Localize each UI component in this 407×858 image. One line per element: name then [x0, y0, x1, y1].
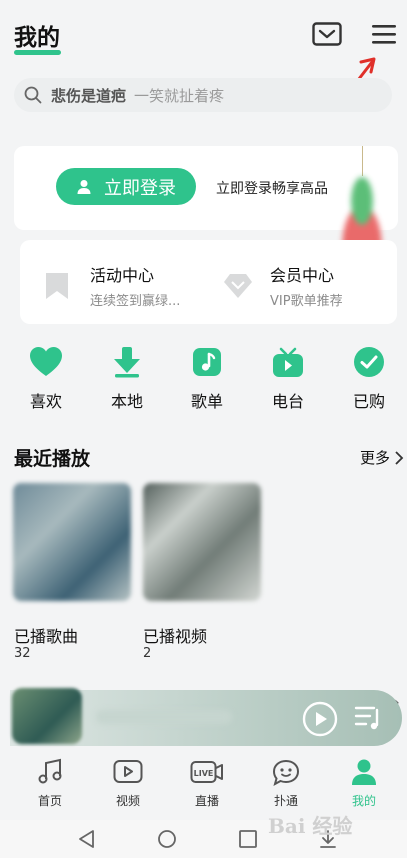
- recents-square-icon: [239, 830, 257, 848]
- vip-title: 会员中心: [270, 266, 335, 285]
- activity-subtitle: 连续签到赢绿...: [90, 294, 181, 309]
- quick-label: 电台: [271, 392, 304, 411]
- menu-button[interactable]: [367, 17, 401, 51]
- quick-favorites[interactable]: 喜欢: [22, 346, 70, 412]
- quick-purchased[interactable]: 已购: [345, 346, 393, 412]
- watermark: Bai 经验: [268, 814, 353, 838]
- download-icon: [114, 347, 140, 378]
- music-note-icon: [38, 758, 62, 784]
- tab-label: 扑通: [273, 794, 298, 808]
- promo-string: [362, 146, 363, 176]
- tab-live[interactable]: LIVE 直播: [177, 758, 237, 809]
- play-icon: [302, 701, 338, 737]
- played-videos-cover[interactable]: [143, 483, 261, 601]
- quick-local[interactable]: 本地: [103, 346, 151, 412]
- search-query: 悲伤是道疤: [51, 86, 127, 105]
- chat-face-icon: [272, 759, 300, 786]
- played-songs-label[interactable]: 已播歌曲: [14, 623, 78, 647]
- live-icon: LIVE: [190, 761, 223, 783]
- now-playing-title-blurred: [96, 710, 232, 724]
- quick-label: 本地: [110, 392, 143, 411]
- quick-playlists[interactable]: 歌单: [183, 346, 231, 412]
- tab-label: 视频: [115, 794, 140, 808]
- tab-video[interactable]: 视频: [98, 758, 158, 809]
- queue-button[interactable]: [354, 704, 384, 736]
- mail-icon: [312, 22, 342, 46]
- played-videos-label[interactable]: 已播视频: [143, 623, 207, 647]
- search-bar[interactable]: 悲伤是道疤 一笑就扯着疼: [14, 78, 392, 112]
- tab-putong[interactable]: 扑通: [256, 758, 316, 809]
- login-button[interactable]: 立即登录: [56, 168, 196, 205]
- home-circle-icon: [158, 830, 176, 848]
- recents-button[interactable]: [238, 829, 258, 853]
- played-videos-count: 2: [143, 646, 152, 661]
- activity-title: 活动中心: [90, 266, 155, 285]
- bookmark-icon: [46, 272, 68, 299]
- tab-label: 我的: [351, 794, 376, 808]
- play-button[interactable]: [302, 701, 338, 741]
- playlist-icon: [193, 348, 221, 376]
- now-playing-cover[interactable]: [12, 688, 82, 744]
- quick-radio[interactable]: 电台: [264, 346, 312, 412]
- vip-subtitle: VIP歌单推荐: [270, 294, 343, 309]
- tab-label: 直播: [194, 794, 219, 808]
- diamond-icon: [224, 273, 252, 298]
- svg-text:LIVE: LIVE: [194, 769, 214, 778]
- back-triangle-icon: [79, 830, 94, 848]
- message-button[interactable]: [310, 17, 344, 51]
- more-button[interactable]: 更多: [360, 447, 404, 468]
- tab-label: 首页: [37, 794, 62, 808]
- radio-icon: [273, 347, 303, 377]
- person-icon: [352, 759, 376, 785]
- more-label: 更多: [360, 449, 391, 467]
- user-icon: [77, 179, 91, 194]
- heart-icon: [30, 347, 62, 376]
- quick-label: 已购: [352, 392, 385, 411]
- tab-mine[interactable]: 我的: [334, 758, 394, 809]
- activity-center[interactable]: 活动中心 连续签到赢绿...: [44, 262, 180, 309]
- queue-list-icon: [354, 706, 379, 730]
- back-button[interactable]: [77, 829, 97, 853]
- search-hint: 一笑就扯着疼: [134, 86, 225, 105]
- login-button-label: 立即登录: [104, 177, 176, 199]
- played-songs-count: 32: [14, 646, 31, 661]
- hamburger-menu-icon: [372, 25, 396, 44]
- chevron-right-icon: [395, 450, 404, 465]
- title-underline: [14, 50, 61, 55]
- vip-center[interactable]: 会员中心 VIP歌单推荐: [222, 262, 343, 309]
- search-icon: [24, 86, 42, 104]
- video-icon: [113, 760, 143, 783]
- quick-label: 歌单: [190, 392, 223, 411]
- check-icon: [354, 347, 384, 377]
- page-title: 我的: [14, 25, 60, 51]
- played-songs-cover[interactable]: [13, 483, 131, 601]
- recent-section-title: 最近播放: [14, 448, 91, 470]
- quick-label: 喜欢: [29, 392, 62, 411]
- tab-home[interactable]: 首页: [20, 758, 80, 809]
- home-button[interactable]: [157, 829, 177, 853]
- login-tip: 立即登录畅享高品: [216, 181, 328, 197]
